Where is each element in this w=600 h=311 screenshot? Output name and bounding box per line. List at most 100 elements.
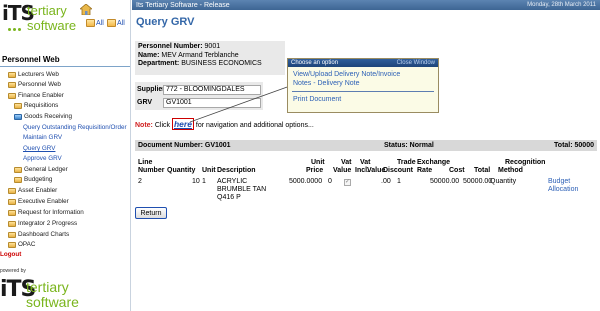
cell-exchange-rate: 1 [397, 178, 401, 185]
nav-label: Approve GRV [23, 155, 62, 162]
document-total: Total: 50000 [554, 142, 594, 149]
grv-label: GRV [137, 99, 153, 106]
folder-icon [8, 231, 16, 238]
nav-label: Asset Enabler [18, 187, 58, 194]
logout-link[interactable]: Logout [0, 250, 21, 259]
sidebar-item-dashboard-charts[interactable]: Dashboard Charts [8, 230, 69, 239]
personnel-name-row: Name: MEV Armand Terblanche [138, 52, 282, 61]
col-header-unit-price-2: Price [306, 167, 324, 174]
document-number: Document Number: GV1001 [138, 142, 231, 149]
folder-icon [8, 81, 16, 88]
nav-label: Integrator 2 Progress [18, 220, 78, 227]
sidebar-item-query-outstanding[interactable]: Query Outstanding Requisition/Order [23, 123, 127, 132]
supplier-label: Supplier [137, 86, 166, 93]
cell-total: 50000.00 [463, 178, 493, 185]
nav-label: Finance Enabler [18, 92, 64, 99]
col-header-total: Total [474, 167, 491, 174]
col-header-vat-incl-1: Vat [360, 159, 371, 166]
app-title: Its Tertiary Software - Release [136, 1, 230, 9]
col-header-unit: Unit [202, 167, 216, 174]
cell-recognition-method: Quantity [490, 178, 517, 185]
col-header-description: Description [217, 167, 256, 174]
vat-incl-checkbox [344, 178, 351, 186]
nav-label: Maintain GRV [23, 134, 63, 141]
col-header-cost: Cost [449, 167, 465, 174]
department-value: BUSINESS ECONOMICS [181, 60, 262, 68]
left-navigation-pane: iTS tertiary software All All Personnel … [0, 0, 131, 311]
sidebar-item-request-for-information[interactable]: Request for Information [8, 208, 84, 217]
logo-dot [8, 28, 11, 31]
supplier-row: Supplier 772 - BLOOMINGDALES [137, 84, 261, 95]
sidebar-item-general-ledger[interactable]: General Ledger [14, 165, 68, 174]
options-popup: Choose an option Close Window View/Uploa… [287, 58, 439, 113]
nav-label: OPAC [18, 241, 36, 248]
col-header-exchange-rate: Rate [417, 167, 433, 174]
personnel-info-box: Personnel Number: 9001 Name: MEV Armand … [135, 41, 285, 75]
folder-icon [14, 176, 22, 183]
logo-tertiary-text: tertiary [27, 3, 67, 18]
sidebar-item-personnel-web[interactable]: Personnel Web [8, 80, 61, 89]
sidebar-item-maintain-grv[interactable]: Maintain GRV [23, 133, 62, 142]
document-status: Status: Normal [384, 142, 434, 149]
personnel-number-value: 9001 [204, 43, 221, 50]
cell-vat-value: 0 [328, 178, 332, 185]
sidebar-item-requisitions[interactable]: Requisitions [14, 101, 58, 110]
option-print-document[interactable]: Print Document [288, 95, 438, 104]
folder-icon [86, 19, 95, 27]
logo-dot [18, 28, 21, 31]
personnel-name-value: MEV Armand Terblanche [161, 51, 239, 59]
sidebar-item-executive-enabler[interactable]: Executive Enabler [8, 197, 69, 206]
logo-software-text: software [26, 294, 79, 310]
sidebar-item-budgeting[interactable]: Budgeting [14, 175, 52, 184]
folder-icon [8, 187, 16, 194]
col-header-unit-price-1: Unit [311, 159, 325, 166]
personnel-name-label: Name: [138, 51, 160, 59]
sidebar-item-goods-receiving[interactable]: Goods Receiving [14, 112, 72, 121]
logo-software-text: software [27, 18, 77, 33]
nav-label: Executive Enabler [18, 198, 69, 205]
col-header-trade-discount: Discount [383, 167, 413, 174]
quick-link-all-1[interactable]: All [86, 19, 104, 27]
grv-row: GRV GV1001 [137, 97, 261, 108]
document-summary-bar: Document Number: GV1001 Status: Normal T… [135, 140, 597, 151]
option-view-upload-delivery-note[interactable]: View/Upload Delivery Note/Invoice [288, 70, 438, 79]
nav-label: Request for Information [18, 209, 84, 216]
nav-label: Personnel Web [18, 81, 61, 88]
supplier-field: 772 - BLOOMINGDALES [163, 84, 261, 95]
col-header-exchange-1: Exchange [417, 159, 451, 166]
col-header-recognition-method: Method [498, 167, 523, 174]
col-header-line: Line [138, 159, 153, 166]
sidebar-item-finance-enabler[interactable]: Finance Enabler [8, 91, 64, 100]
home-icon[interactable] [80, 4, 92, 15]
cell-unit-price: 5000.0000 [289, 178, 323, 185]
here-link[interactable]: here [171, 118, 194, 130]
return-button[interactable]: Return [135, 207, 167, 219]
sidebar-item-opac[interactable]: OPAC [8, 240, 35, 249]
sidebar-item-asset-enabler[interactable]: Asset Enabler [8, 186, 57, 195]
budget-allocation-link-1[interactable]: Budget [548, 178, 570, 186]
nav-label: Query GRV [23, 145, 56, 152]
nav-label: Budgeting [24, 176, 53, 183]
cell-description-line-1: ACRYLIC [217, 178, 248, 185]
sidebar-item-query-grv[interactable]: Query GRV [23, 144, 55, 153]
personnel-number-label: Personnel Number: [138, 43, 203, 50]
option-notes-delivery-note[interactable]: Notes - Delivery Note [288, 79, 438, 88]
note-pre-text: Click [154, 122, 171, 129]
nav-label: Requisitions [24, 102, 59, 109]
budget-allocation-link-2[interactable]: Allocation [548, 186, 578, 194]
quick-link-all-2[interactable]: All [107, 19, 125, 27]
grv-field: GV1001 [163, 97, 261, 108]
close-window-link[interactable]: Close Window [397, 60, 435, 66]
department-row: Department: BUSINESS ECONOMICS [138, 60, 282, 69]
sidebar-item-lecturers-web[interactable]: Lecturers Web [8, 70, 59, 79]
navigation-note: Note: Click here for navigation and addi… [135, 118, 314, 130]
quick-link-label: All [96, 19, 104, 27]
folder-icon [14, 166, 22, 173]
cell-cost: 50000.00 [430, 178, 460, 185]
col-header-quantity: Quantity [167, 167, 196, 174]
sidebar-item-approve-grv[interactable]: Approve GRV [23, 154, 62, 163]
sidebar-item-integrator-2-progress[interactable]: Integrator 2 Progress [8, 219, 77, 228]
logo-dot [13, 28, 16, 31]
popup-title: Choose an option [291, 60, 339, 66]
quick-link-label: All [117, 19, 125, 27]
